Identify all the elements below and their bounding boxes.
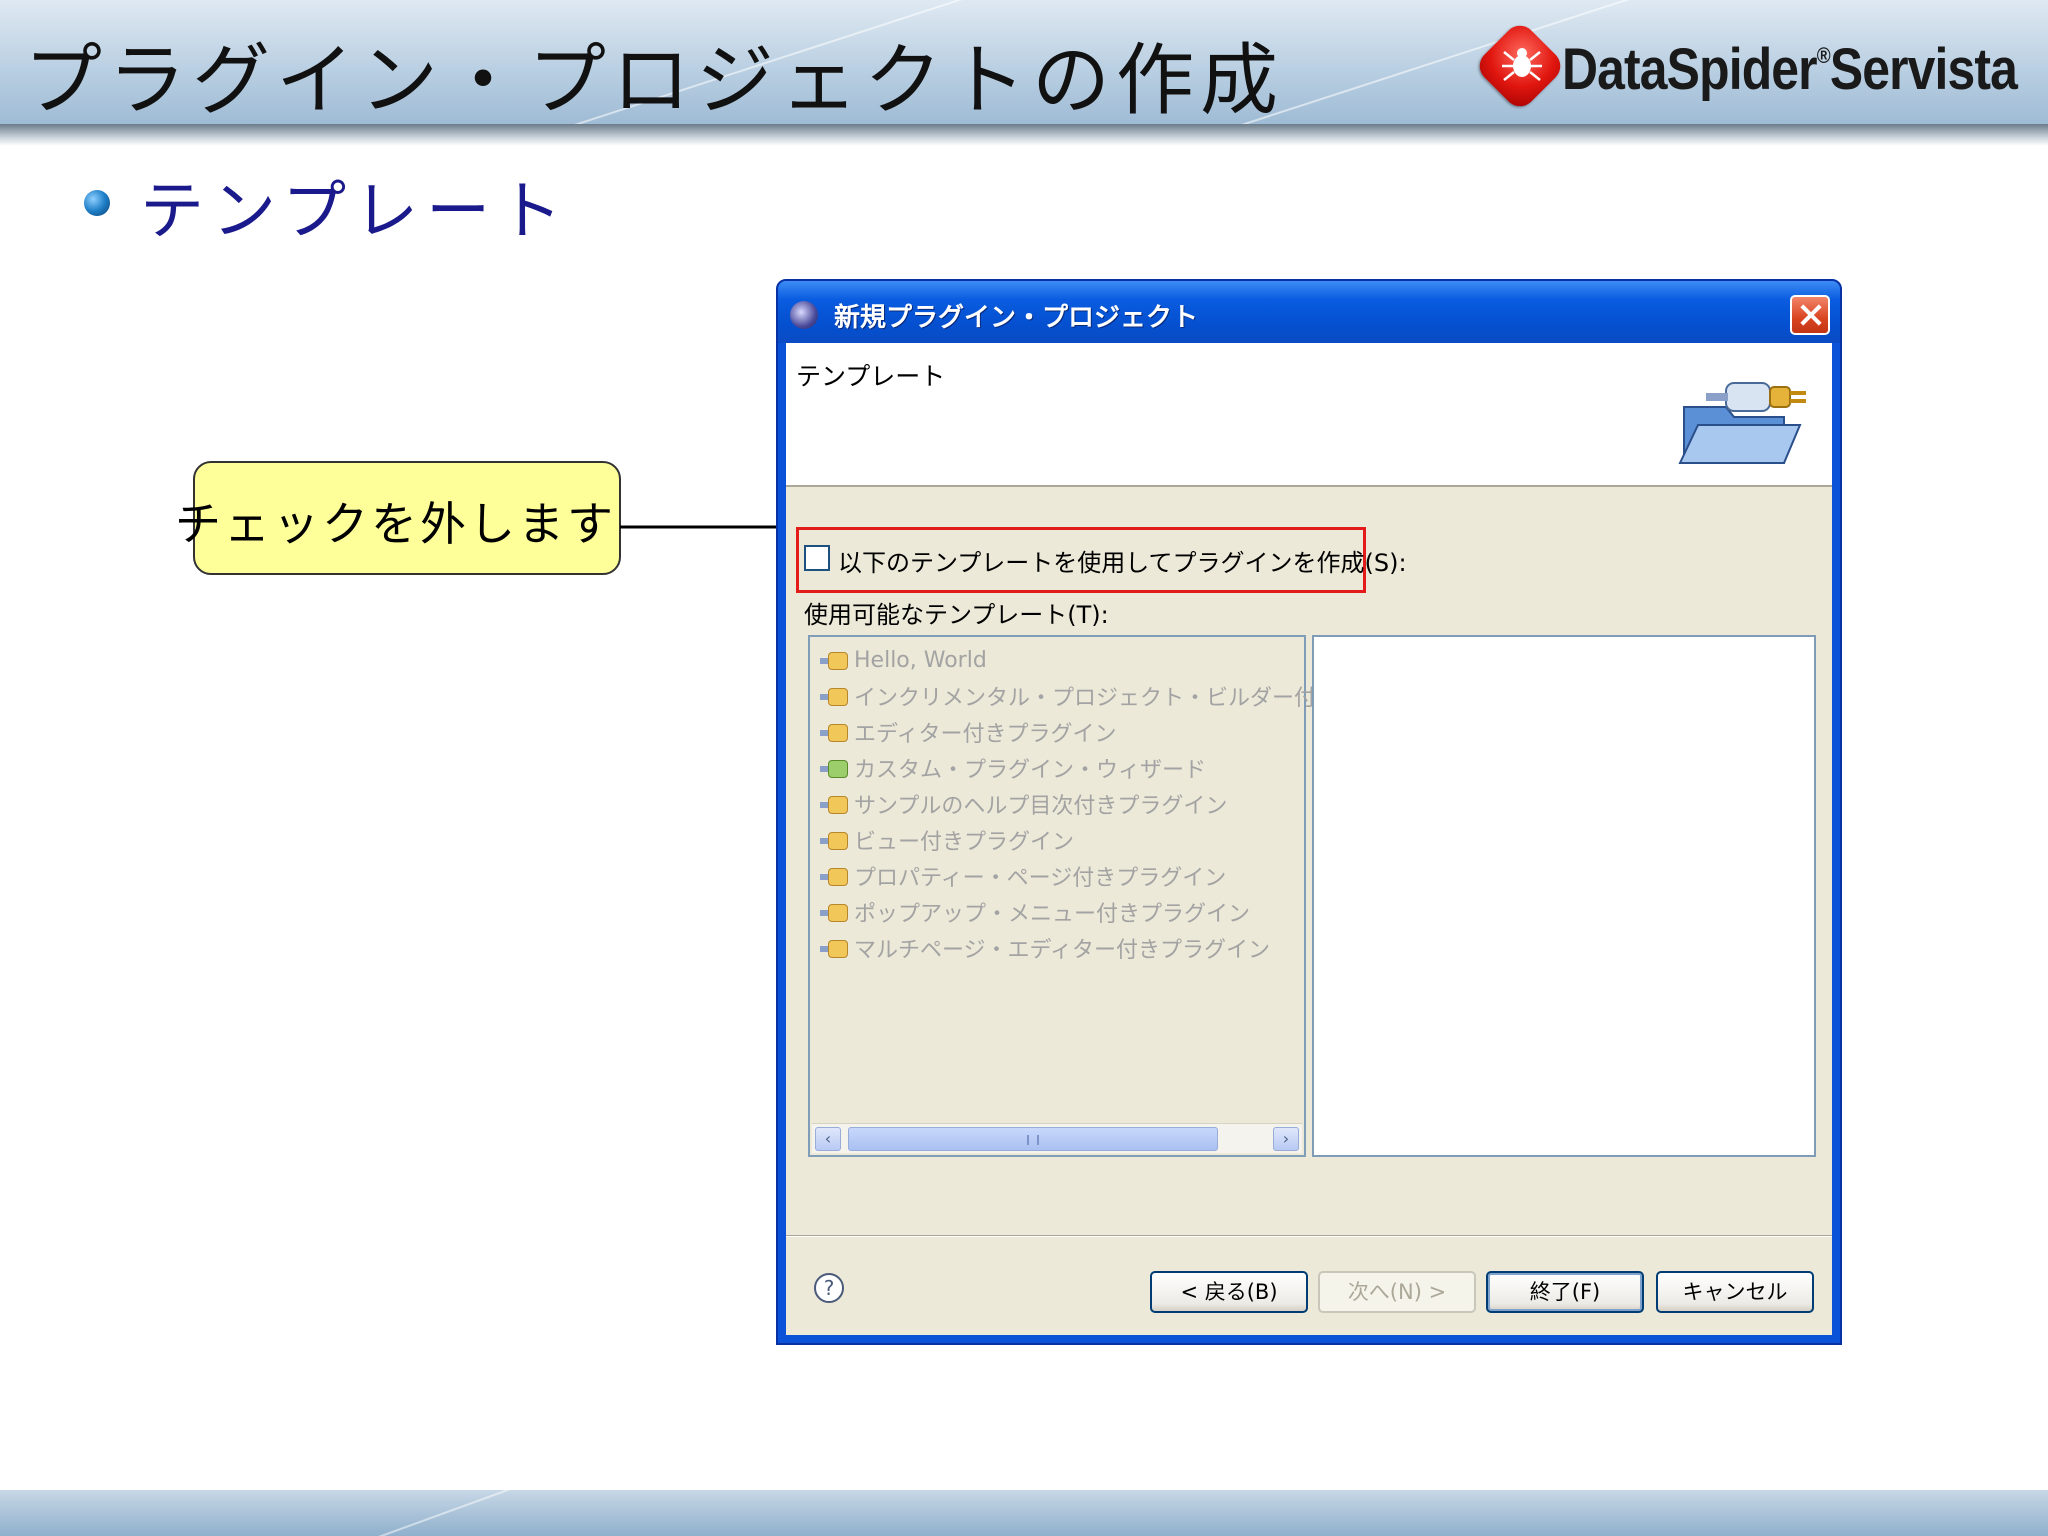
next-button[interactable]: 次へ(N) > xyxy=(1318,1271,1476,1313)
list-item-label: プロパティー・ページ付きプラグイン xyxy=(854,866,1227,891)
scroll-grip-icon xyxy=(1027,1135,1039,1145)
wizard-banner: テンプレート xyxy=(786,343,1832,487)
template-list[interactable]: Hello, World インクリメンタル・プロジェクト・ビルダー付きプラ エデ… xyxy=(808,635,1382,1157)
list-item[interactable]: Hello, World xyxy=(820,643,987,677)
list-item[interactable]: ポップアップ・メニュー付きプラグイン xyxy=(820,895,1250,929)
new-plugin-project-dialog: 新規プラグイン・プロジェクト テンプレート 以下のテンプレートを使用してプラグイ… xyxy=(776,279,1842,1345)
list-item-label: Hello, World xyxy=(854,647,987,673)
plugin-folder-icon xyxy=(1678,382,1806,464)
horizontal-scrollbar[interactable]: ‹ › xyxy=(812,1123,1302,1153)
list-item[interactable]: エディター付きプラグイン xyxy=(820,715,1116,749)
list-item-label: インクリメンタル・プロジェクト・ビルダー付きプラ xyxy=(854,686,1383,711)
plugin-icon xyxy=(820,718,850,746)
scroll-thumb[interactable] xyxy=(848,1127,1218,1151)
list-item-label: エディター付きプラグイン xyxy=(854,722,1117,747)
cancel-button[interactable]: キャンセル xyxy=(1656,1271,1814,1313)
close-button[interactable] xyxy=(1790,295,1830,335)
callout-arrow-icon xyxy=(620,519,800,535)
help-icon[interactable]: ? xyxy=(814,1273,844,1303)
scroll-left-arrow-icon[interactable]: ‹ xyxy=(815,1127,841,1151)
bullet-dot-icon xyxy=(84,190,110,216)
plugin-icon xyxy=(820,682,850,710)
list-item[interactable]: ビュー付きプラグイン xyxy=(820,823,1074,857)
callout-text: チェックを外します xyxy=(175,497,616,551)
plugin-icon xyxy=(820,790,850,818)
list-item-label: ビュー付きプラグイン xyxy=(854,830,1075,855)
wizard-page-title: テンプレート xyxy=(796,362,946,391)
list-item[interactable]: カスタム・プラグイン・ウィザード xyxy=(820,751,1206,785)
available-templates-label: 使用可能なテンプレート(T): xyxy=(804,601,1109,629)
eclipse-icon xyxy=(790,301,818,329)
list-item[interactable]: サンプルのヘルプ目次付きプラグイン xyxy=(820,787,1227,821)
use-template-checkbox[interactable] xyxy=(804,545,830,571)
list-item-label: マルチページ・エディター付きプラグイン xyxy=(854,938,1271,963)
button-bar-separator xyxy=(786,1235,1832,1237)
dialog-client-area: テンプレート 以下のテンプレートを使用してプラグインを作成(S): 使用可能なテ… xyxy=(786,343,1832,1335)
plugin-icon xyxy=(820,826,850,854)
list-item[interactable]: プロパティー・ページ付きプラグイン xyxy=(820,859,1226,893)
wizard-icon xyxy=(820,754,850,782)
spider-icon xyxy=(1502,48,1542,81)
brand-logo: DataSpider®Servista xyxy=(1466,18,2046,118)
plugin-icon xyxy=(820,862,850,890)
brand-name: DataSpider®Servista xyxy=(1562,37,2018,102)
scroll-right-arrow-icon[interactable]: › xyxy=(1273,1127,1299,1151)
slide-footer xyxy=(0,1490,2048,1536)
template-description-pane xyxy=(1312,635,1816,1157)
list-item[interactable]: インクリメンタル・プロジェクト・ビルダー付きプラ xyxy=(820,679,1382,713)
list-item-label: ポップアップ・メニュー付きプラグイン xyxy=(854,902,1251,927)
dialog-title: 新規プラグイン・プロジェクト xyxy=(834,303,1199,333)
list-item-label: カスタム・プラグイン・ウィザード xyxy=(854,758,1207,783)
plugin-icon xyxy=(820,934,850,962)
dialog-titlebar[interactable]: 新規プラグイン・プロジェクト xyxy=(778,281,1840,343)
back-button[interactable]: < 戻る(B) xyxy=(1150,1271,1308,1313)
list-item[interactable]: マルチページ・エディター付きプラグイン xyxy=(820,931,1270,965)
bullet-text: テンプレート xyxy=(140,175,571,249)
list-item-label: サンプルのヘルプ目次付きプラグイン xyxy=(854,794,1228,819)
finish-button[interactable]: 終了(F) xyxy=(1486,1271,1644,1313)
plugin-icon xyxy=(820,898,850,926)
use-template-label[interactable]: 以下のテンプレートを使用してプラグインを作成(S): xyxy=(838,543,1407,578)
slide-title: プラグイン・プロジェクトの作成 xyxy=(24,36,1285,126)
plugin-icon xyxy=(820,646,850,674)
